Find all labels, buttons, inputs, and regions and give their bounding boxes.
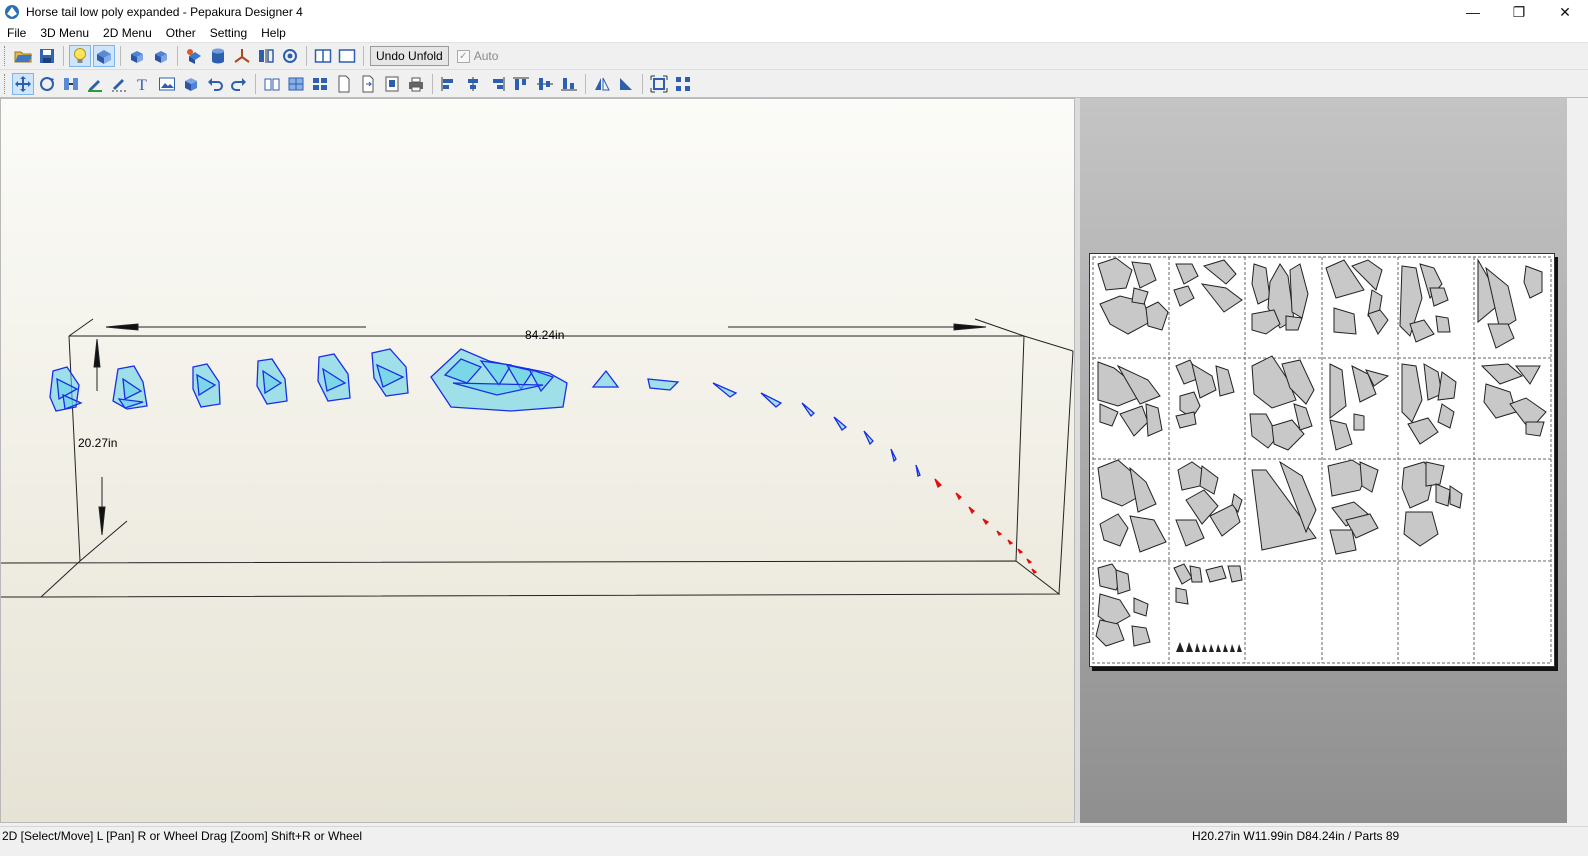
undo-icon[interactable] bbox=[204, 73, 226, 95]
2d-view-panel[interactable] bbox=[1080, 98, 1567, 823]
join-icon[interactable] bbox=[60, 73, 82, 95]
align-bottom-icon[interactable] bbox=[558, 73, 580, 95]
toolbar-separator bbox=[177, 46, 178, 66]
redo-icon[interactable] bbox=[228, 73, 250, 95]
restore-button[interactable]: ❐ bbox=[1496, 0, 1542, 24]
toolbar-separator bbox=[306, 46, 307, 66]
object-icon[interactable] bbox=[183, 45, 205, 67]
toolbar-grip[interactable] bbox=[4, 74, 8, 94]
menu-file[interactable]: File bbox=[0, 24, 33, 42]
toolbar-separator bbox=[120, 46, 121, 66]
toolbar-separator bbox=[363, 46, 364, 66]
flip-icon[interactable] bbox=[591, 73, 613, 95]
title-bar: Horse tail low poly expanded - Pepakura … bbox=[0, 0, 1588, 24]
toolbar-grip[interactable] bbox=[4, 46, 8, 66]
height-dimension-label: 20.27in bbox=[78, 436, 118, 450]
rotate-model-alt-icon[interactable] bbox=[150, 45, 172, 67]
page-icon[interactable] bbox=[333, 73, 355, 95]
align-middle-icon[interactable] bbox=[534, 73, 556, 95]
image-icon[interactable] bbox=[156, 73, 178, 95]
menu-2d[interactable]: 2D Menu bbox=[96, 24, 159, 42]
svg-text:T: T bbox=[137, 77, 147, 93]
unfolded-parts-canvas[interactable] bbox=[1090, 254, 1554, 666]
undo-unfold-button[interactable]: Undo Unfold bbox=[370, 46, 449, 66]
auto-label: Auto bbox=[473, 49, 499, 63]
align-center-icon[interactable] bbox=[462, 73, 484, 95]
select-move-icon[interactable] bbox=[12, 73, 34, 95]
menu-setting[interactable]: Setting bbox=[203, 24, 254, 42]
page-setup-icon[interactable] bbox=[381, 73, 403, 95]
light-icon[interactable] bbox=[69, 45, 91, 67]
width-dimension-label: 84.24in bbox=[525, 328, 565, 342]
align-left-icon[interactable] bbox=[438, 73, 460, 95]
book-icon[interactable] bbox=[261, 73, 283, 95]
axis-icon[interactable] bbox=[231, 45, 253, 67]
save-icon[interactable] bbox=[36, 45, 58, 67]
grid-icon[interactable] bbox=[285, 73, 307, 95]
auto-checkbox[interactable]: ✓ Auto bbox=[456, 49, 499, 63]
page-next-icon[interactable] bbox=[357, 73, 379, 95]
pen-icon[interactable] bbox=[84, 73, 106, 95]
layout-icon[interactable] bbox=[309, 73, 331, 95]
3d-view-panel[interactable]: 84.24in 20.27in bbox=[0, 98, 1075, 823]
toolbar-separator bbox=[255, 74, 256, 94]
bounding-box bbox=[1, 318, 1074, 598]
paper-sheet[interactable] bbox=[1089, 253, 1555, 667]
right-edge-panel bbox=[1567, 98, 1588, 823]
main-toolbar: Undo Unfold ✓ Auto bbox=[0, 43, 1588, 70]
toolbar-separator bbox=[432, 74, 433, 94]
pepakura-app-icon bbox=[5, 5, 19, 19]
fit-icon[interactable] bbox=[648, 73, 670, 95]
toolbar-separator bbox=[63, 46, 64, 66]
tail-tip-red-segments bbox=[934, 478, 1038, 574]
rotate-part-icon[interactable] bbox=[36, 73, 58, 95]
text-icon[interactable]: T bbox=[132, 73, 154, 95]
status-bar: 2D [Select/Move] L [Pan] R or Wheel Drag… bbox=[0, 826, 1588, 856]
print-icon[interactable] bbox=[405, 73, 427, 95]
small-parts-row bbox=[1176, 642, 1242, 652]
rotate-model-icon[interactable] bbox=[126, 45, 148, 67]
texture-icon[interactable] bbox=[93, 45, 115, 67]
cylinder-icon[interactable] bbox=[207, 45, 229, 67]
toolbar-separator bbox=[642, 74, 643, 94]
single-view-icon[interactable] bbox=[336, 45, 358, 67]
align-top-icon[interactable] bbox=[510, 73, 532, 95]
edit-toolbar: T bbox=[0, 71, 1588, 98]
unfolded-parts bbox=[1095, 257, 1547, 647]
distribute-icon[interactable] bbox=[672, 73, 694, 95]
menu-bar: File 3D Menu 2D Menu Other Setting Help bbox=[0, 24, 1588, 43]
crease-icon[interactable] bbox=[108, 73, 130, 95]
open-icon[interactable] bbox=[12, 45, 34, 67]
tail-model bbox=[49, 348, 921, 477]
close-button[interactable]: ✕ bbox=[1542, 0, 1588, 24]
menu-3d[interactable]: 3D Menu bbox=[33, 24, 96, 42]
3d-model-canvas[interactable] bbox=[1, 99, 1075, 823]
box-icon[interactable] bbox=[180, 73, 202, 95]
split-view-icon[interactable] bbox=[312, 45, 334, 67]
status-dimensions: H20.27in W11.99in D84.24in / Parts 89 bbox=[1192, 829, 1400, 843]
window-title: Horse tail low poly expanded - Pepakura … bbox=[26, 5, 303, 19]
menu-help[interactable]: Help bbox=[254, 24, 293, 42]
toolbar-separator bbox=[585, 74, 586, 94]
align-right-icon[interactable] bbox=[486, 73, 508, 95]
mirror-icon[interactable] bbox=[255, 45, 277, 67]
view-icon[interactable] bbox=[279, 45, 301, 67]
window-controls: — ❐ ✕ bbox=[1450, 0, 1588, 24]
menu-other[interactable]: Other bbox=[159, 24, 203, 42]
flip-alt-icon[interactable] bbox=[615, 73, 637, 95]
status-hint: 2D [Select/Move] L [Pan] R or Wheel Drag… bbox=[2, 829, 363, 843]
minimize-button[interactable]: — bbox=[1450, 0, 1496, 24]
checkmark-icon: ✓ bbox=[456, 49, 470, 63]
